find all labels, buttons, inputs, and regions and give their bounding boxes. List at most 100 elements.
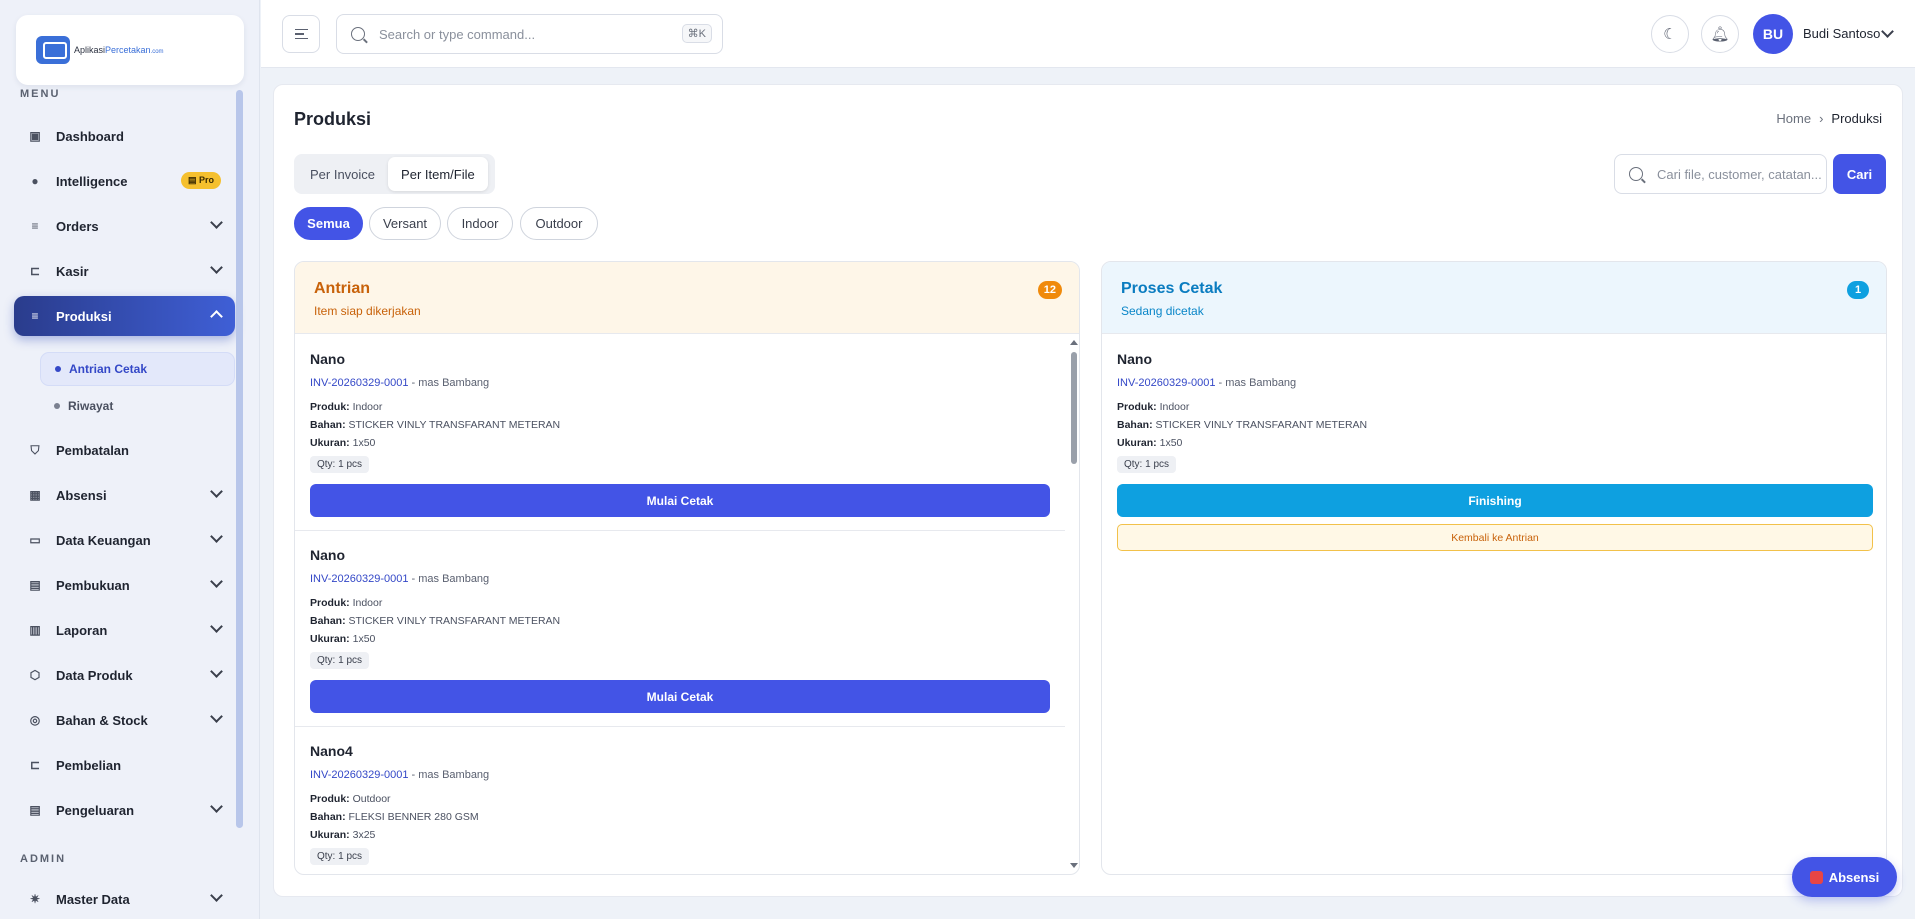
sidebar-subitem-label: Riwayat bbox=[68, 399, 114, 413]
breadcrumb: Home › Produksi bbox=[1776, 111, 1882, 126]
sidebar-item-pembukuan[interactable]: ▤ Pembukuan bbox=[14, 565, 235, 605]
calendar-check-icon: ▦ bbox=[29, 488, 41, 502]
search-placeholder: Cari file, customer, catatan... bbox=[1657, 166, 1822, 182]
sidebar-toggle-button[interactable] bbox=[282, 15, 320, 53]
mulai-cetak-button[interactable]: Mulai Cetak bbox=[310, 680, 1050, 713]
bahan-line: Bahan: FLEKSI BENNER 280 GSM bbox=[310, 811, 479, 823]
sidebar-item-dashboard[interactable]: ▣ Dashboard bbox=[14, 116, 235, 156]
cart-icon: ⊏ bbox=[29, 264, 41, 278]
scroll-thumb[interactable] bbox=[1071, 352, 1077, 464]
tab-per-invoice[interactable]: Per Invoice bbox=[297, 157, 388, 191]
breadcrumb-home[interactable]: Home bbox=[1776, 111, 1811, 126]
page-title: Produksi bbox=[294, 109, 372, 129]
filter-versant[interactable]: Versant bbox=[369, 207, 441, 240]
chevron-up-icon bbox=[210, 310, 223, 323]
sidebar-item-pengeluaran[interactable]: ▤ Pengeluaran bbox=[14, 790, 235, 830]
sidebar-item-laporan[interactable]: ▥ Laporan bbox=[14, 610, 235, 650]
invoice-link[interactable]: INV-20260329-0001 bbox=[1117, 377, 1215, 389]
mulai-cetak-button[interactable]: Mulai Cetak bbox=[310, 484, 1050, 517]
wallet-icon: ▭ bbox=[29, 533, 41, 547]
sidebar-subitem-antrian-cetak[interactable]: Antrian Cetak bbox=[40, 352, 235, 386]
chevron-down-icon bbox=[210, 530, 223, 543]
ukuran-line: Ukuran: 1x50 bbox=[310, 437, 376, 449]
filter-indoor[interactable]: Indoor bbox=[447, 207, 513, 240]
sidebar-item-label: Absensi bbox=[56, 487, 107, 503]
sidebar-item-bahan-stock[interactable]: ◎ Bahan & Stock bbox=[14, 700, 235, 740]
sidebar-scrollbar[interactable] bbox=[236, 90, 243, 828]
absensi-floating-button[interactable]: Absensi bbox=[1792, 857, 1897, 897]
sidebar-item-label: Pengeluaran bbox=[56, 802, 135, 818]
bahan-line: Bahan: STICKER VINLY TRANSFARANT METERAN bbox=[1117, 419, 1368, 431]
bahan-line: Bahan: STICKER VINLY TRANSFARANT METERAN bbox=[310, 615, 561, 627]
column-subtitle: Sedang dicetak bbox=[1121, 304, 1204, 318]
topbar: Search or type command... ⌘K ☾ 🔔︎ BU Bud… bbox=[261, 0, 1915, 68]
sidebar-subitem-riwayat[interactable]: Riwayat bbox=[40, 389, 235, 423]
filter-semua[interactable]: Semua bbox=[294, 207, 363, 240]
search-icon bbox=[351, 27, 365, 41]
command-search-input[interactable]: Search or type command... ⌘K bbox=[336, 14, 723, 54]
column-title: Proses Cetak bbox=[1121, 280, 1223, 297]
theme-toggle-button[interactable]: ☾ bbox=[1651, 15, 1689, 53]
chevron-right-icon: › bbox=[1819, 111, 1824, 126]
sidebar-item-label: Produksi bbox=[56, 308, 112, 324]
produk-line: Produk: Indoor bbox=[310, 597, 383, 609]
main-content: Produksi Home › Produksi Per Invoice Per… bbox=[273, 84, 1903, 897]
sidebar-item-label: Kasir bbox=[56, 263, 89, 279]
chevron-down-icon[interactable] bbox=[1881, 25, 1894, 38]
qty-badge: Qty: 1 pcs bbox=[1117, 456, 1177, 473]
sidebar-item-data-produk[interactable]: ⬡ Data Produk bbox=[14, 655, 235, 695]
scroll-up-icon[interactable] bbox=[1070, 340, 1078, 345]
user-name[interactable]: Budi Santoso bbox=[1803, 26, 1880, 41]
produk-line: Produk: Indoor bbox=[1117, 401, 1190, 413]
avatar[interactable]: BU bbox=[1753, 14, 1793, 54]
ukuran-line: Ukuran: 1x50 bbox=[1117, 437, 1183, 449]
search-button[interactable]: Cari bbox=[1833, 154, 1886, 194]
record-icon bbox=[1809, 870, 1823, 884]
pro-badge: ▤ Pro bbox=[180, 172, 221, 189]
invoice-line: INV-20260329-0001 - mas Bambang bbox=[310, 573, 490, 585]
printer-logo-icon bbox=[36, 36, 70, 64]
production-search-input[interactable]: Cari file, customer, catatan... bbox=[1614, 154, 1827, 194]
shortcut-hint: ⌘K bbox=[681, 24, 712, 43]
dashboard-icon: ▣ bbox=[29, 129, 41, 143]
filter-outdoor[interactable]: Outdoor bbox=[520, 207, 598, 240]
chevron-down-icon bbox=[210, 889, 223, 902]
sidebar-item-label: Orders bbox=[56, 218, 99, 234]
brand-logo[interactable]: AplikasiPercetakan.com bbox=[16, 15, 244, 85]
chevron-down-icon bbox=[210, 261, 223, 274]
search-icon bbox=[1629, 167, 1643, 181]
book-icon: ▤ bbox=[29, 578, 41, 592]
invoice-line: INV-20260329-0001 - mas Bambang bbox=[310, 377, 490, 389]
antrian-scrollbar[interactable] bbox=[1069, 338, 1078, 870]
finishing-button[interactable]: Finishing bbox=[1117, 484, 1873, 517]
sidebar-item-kasir[interactable]: ⊏ Kasir bbox=[14, 251, 235, 291]
invoice-link[interactable]: INV-20260329-0001 bbox=[310, 769, 408, 781]
file-name: Nano4 bbox=[310, 743, 353, 759]
scroll-down-icon[interactable] bbox=[1070, 863, 1078, 868]
database-icon: ◎ bbox=[29, 713, 41, 727]
fab-label: Absensi bbox=[1828, 869, 1880, 885]
produk-line: Produk: Indoor bbox=[310, 401, 383, 413]
sidebar-item-produksi[interactable]: ≡ Produksi bbox=[14, 296, 235, 336]
sidebar-item-data-keuangan[interactable]: ▭ Data Keuangan bbox=[14, 520, 235, 560]
invoice-link[interactable]: INV-20260329-0001 bbox=[310, 377, 408, 389]
sidebar-item-label: Pembelian bbox=[56, 757, 122, 773]
qty-badge: Qty: 1 pcs bbox=[310, 652, 370, 669]
tab-per-item-file[interactable]: Per Item/File bbox=[388, 157, 488, 191]
kembali-ke-antrian-button[interactable]: Kembali ke Antrian bbox=[1117, 524, 1873, 551]
sidebar-item-intelligence[interactable]: ● Intelligence ▤ Pro bbox=[14, 161, 235, 201]
antrian-header: Antrian Item siap dikerjakan 12 bbox=[295, 262, 1079, 334]
invoice-line: INV-20260329-0001 - mas Bambang bbox=[1117, 377, 1297, 389]
sidebar-item-label: Data Keuangan bbox=[56, 532, 151, 548]
bullet-icon bbox=[54, 403, 60, 409]
sidebar-item-master-data[interactable]: ✷ Master Data bbox=[14, 879, 235, 919]
sidebar-item-pembatalan[interactable]: ⛉ Pembatalan bbox=[14, 430, 235, 470]
view-tabs: Per Invoice Per Item/File bbox=[294, 154, 495, 194]
sidebar-item-pembelian[interactable]: ⊏ Pembelian bbox=[14, 745, 235, 785]
sidebar-item-label: Master Data bbox=[56, 891, 130, 907]
notification-button[interactable]: 🔔︎ bbox=[1701, 15, 1739, 53]
sidebar-item-orders[interactable]: ≡ Orders bbox=[14, 206, 235, 246]
invoice-link[interactable]: INV-20260329-0001 bbox=[310, 573, 408, 585]
sidebar-item-absensi[interactable]: ▦ Absensi bbox=[14, 475, 235, 515]
qty-badge: Qty: 1 pcs bbox=[310, 848, 370, 865]
